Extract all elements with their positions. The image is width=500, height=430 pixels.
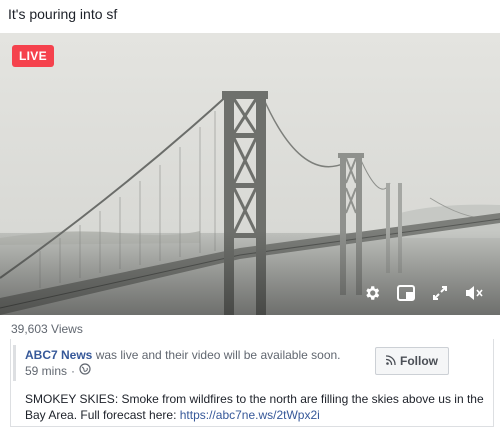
card-accent-bar: [13, 345, 16, 381]
forecast-link[interactable]: https://abc7ne.ws/2tWpx2i: [180, 408, 320, 422]
follow-label: Follow: [400, 354, 438, 368]
post-text: It's pouring into sf: [8, 6, 118, 22]
picture-in-picture-icon[interactable]: [396, 283, 416, 303]
globe-icon: [79, 363, 91, 378]
rss-icon: [385, 354, 396, 368]
bridge-scene: [0, 33, 500, 315]
view-count: 39,603 Views: [11, 322, 83, 336]
timestamp[interactable]: 59 mins: [25, 364, 67, 378]
speaker-muted-icon[interactable]: [464, 283, 484, 303]
video-controls: [362, 283, 484, 303]
card-header: ABC7 News was live and their video will …: [25, 348, 341, 362]
shared-video-card: ABC7 News was live and their video will …: [10, 339, 494, 427]
live-status-text: was live and their video will be availab…: [92, 348, 341, 362]
gear-icon[interactable]: [362, 283, 382, 303]
expand-icon[interactable]: [430, 283, 450, 303]
page-name-link[interactable]: ABC7 News: [25, 348, 92, 362]
video-player[interactable]: LIVE: [0, 33, 500, 315]
video-description: SMOKEY SKIES: Smoke from wildfires to th…: [25, 391, 491, 423]
meta-separator: ·: [71, 363, 76, 378]
follow-button[interactable]: Follow: [375, 347, 449, 375]
card-meta: 59 mins ·: [25, 363, 91, 378]
live-badge: LIVE: [12, 45, 54, 67]
